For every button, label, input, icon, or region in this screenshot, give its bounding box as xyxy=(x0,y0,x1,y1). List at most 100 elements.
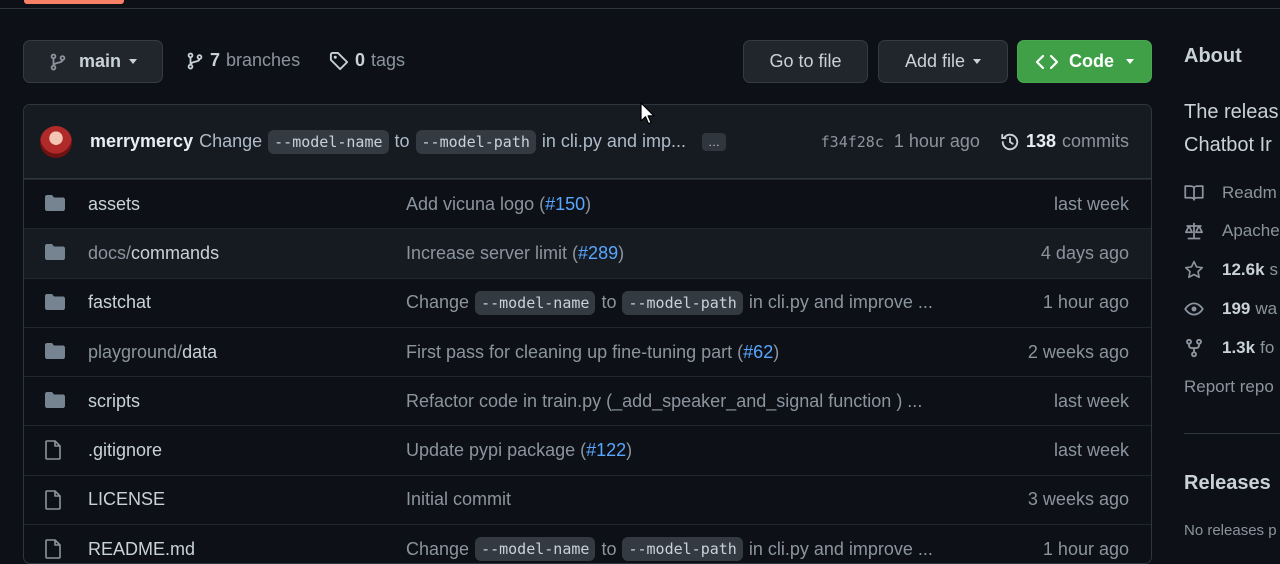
git-branch-icon xyxy=(187,52,203,69)
file-row[interactable]: .gitignore Update pypi package (#122) last… xyxy=(24,425,1151,474)
row-commit-time: 3 weeks ago xyxy=(1027,489,1129,510)
row-commit-message[interactable]: First pass for cleaning up fine-tuning p… xyxy=(406,342,779,363)
file-name: assets xyxy=(88,193,141,214)
file-row[interactable]: LICENSE Initial commit 3 weeks ago xyxy=(24,474,1151,524)
row-code-token: --model-name xyxy=(475,290,596,315)
file-row[interactable]: playground/data First pass for cleaning u… xyxy=(24,326,1151,376)
row-commit-time: 1 hour ago xyxy=(1042,292,1129,313)
branches-link[interactable]: 7 branches xyxy=(186,50,300,71)
row-commit-time: 4 days ago xyxy=(1040,242,1129,263)
row-commit-text: Change xyxy=(406,292,470,313)
folder-type-icon xyxy=(44,293,66,316)
row-commit-text: Update pypi package ( xyxy=(406,440,587,461)
row-commit-message[interactable]: Refactor code in train.py (_add_speaker_… xyxy=(406,391,922,412)
row-commit-text: ) xyxy=(585,193,592,214)
file-row[interactable]: scripts Refactor code in train.py (_add_s… xyxy=(24,376,1151,425)
tags-link[interactable]: 0 tags xyxy=(329,50,405,71)
scale-icon xyxy=(1185,222,1203,240)
commits-link[interactable]: 138 commits xyxy=(1000,131,1129,152)
file-name-link[interactable]: LICENSE xyxy=(88,489,165,510)
avatar[interactable] xyxy=(40,125,72,158)
readme-link[interactable]: Readm xyxy=(1184,183,1277,203)
row-commit-message[interactable]: Update pypi package (#122) xyxy=(406,440,632,461)
tags-label: tags xyxy=(371,50,406,70)
commit-message-text: in cli.py and imp... xyxy=(541,131,686,151)
commit-author[interactable]: merrymercy xyxy=(90,131,193,152)
folder-icon xyxy=(45,244,65,261)
readme-label: Readm xyxy=(1222,183,1277,202)
releases-heading[interactable]: Releases xyxy=(1184,472,1271,495)
folder-icon xyxy=(45,293,65,310)
repo-description-line: The releas xyxy=(1184,101,1279,123)
add-file-label: Add file xyxy=(904,51,966,71)
report-repo-link[interactable]: Report repo xyxy=(1184,377,1274,397)
row-commit-text: in cli.py and improve ... xyxy=(748,292,933,313)
file-icon xyxy=(45,440,61,461)
book-icon xyxy=(1184,185,1204,201)
file-path-prefix: playground/ xyxy=(88,341,183,362)
file-list-box: merrymercy Change --model-name to --mode… xyxy=(23,104,1152,564)
branch-select-button[interactable]: main xyxy=(23,40,163,83)
fork-icon xyxy=(1186,338,1202,358)
commit-code-token: --model-path xyxy=(415,129,536,154)
mouse-cursor-icon xyxy=(640,102,655,125)
file-name-link[interactable]: playground/data xyxy=(88,342,217,363)
pull-request-link[interactable]: #289 xyxy=(578,243,618,264)
latest-commit-bar: merrymercy Change --model-name to --mode… xyxy=(24,105,1151,179)
file-row[interactable]: assets Add vicuna logo (#150) last week xyxy=(24,179,1151,228)
pull-request-link[interactable]: #62 xyxy=(743,342,773,363)
code-button[interactable]: Code xyxy=(1017,40,1152,83)
add-file-button[interactable]: Add file xyxy=(878,40,1008,83)
license-link[interactable]: Apache xyxy=(1184,221,1280,241)
file-name-link[interactable]: assets xyxy=(88,194,140,215)
file-name-link[interactable]: .gitignore xyxy=(88,440,162,461)
no-releases-text: No releases p xyxy=(1184,522,1277,539)
row-commit-message[interactable]: Initial commit xyxy=(406,489,511,510)
folder-type-icon xyxy=(44,194,66,217)
folder-icon xyxy=(45,195,65,211)
branch-label: main xyxy=(78,51,121,71)
row-commit-text: Initial commit xyxy=(406,489,512,510)
code-brackets-icon xyxy=(1035,54,1059,69)
commit-sha[interactable]: f34f28c xyxy=(821,133,884,151)
row-code-token: --model-path xyxy=(622,290,743,315)
active-tab-indicator xyxy=(24,0,124,4)
file-name-link[interactable]: README.md xyxy=(88,539,195,560)
row-commit-message[interactable]: Add vicuna logo (#150) xyxy=(406,194,591,215)
stars-link[interactable]: 12.6k s xyxy=(1184,260,1278,280)
row-commit-text: ) xyxy=(773,341,780,362)
row-commit-message[interactable]: Change --model-name to --model-path in cli.p… xyxy=(406,537,933,562)
folder-type-icon xyxy=(44,391,66,414)
row-commit-message[interactable]: Change --model-name to --model-path in cli.p… xyxy=(406,290,933,315)
row-commit-time: last week xyxy=(1053,390,1129,411)
row-commit-text: Refactor code in train.py (_add_speaker_… xyxy=(406,390,923,411)
watchers-link[interactable]: 199 wa xyxy=(1184,299,1277,319)
file-name-link[interactable]: docs/commands xyxy=(88,243,219,264)
file-name-link[interactable]: fastchat xyxy=(88,292,151,313)
pull-request-link[interactable]: #150 xyxy=(545,194,585,215)
expand-commit-button[interactable]: … xyxy=(701,132,726,151)
commit-message[interactable]: Change --model-name to --model-path in c… xyxy=(199,129,686,154)
row-commit-text: First pass for cleaning up fine-tuning p… xyxy=(406,341,744,362)
file-name: data xyxy=(182,341,218,362)
go-to-file-button[interactable]: Go to file xyxy=(743,40,868,83)
forks-count: 1.3k xyxy=(1222,338,1256,357)
file-name: LICENSE xyxy=(88,489,166,510)
pull-request-link[interactable]: #122 xyxy=(586,440,626,461)
forks-label: fo xyxy=(1260,338,1275,357)
commit-message-text: to xyxy=(394,131,410,151)
file-row[interactable]: README.md Change --model-name to --model-pat… xyxy=(24,524,1151,563)
stars-label: s xyxy=(1269,260,1279,279)
code-label: Code xyxy=(1069,51,1114,71)
file-row[interactable]: docs/commands Increase server limit (#289… xyxy=(24,228,1151,278)
file-row[interactable]: fastchat Change --model-name to --model-path… xyxy=(24,277,1151,327)
folder-type-icon xyxy=(44,243,66,266)
row-commit-text: in cli.py and improve ... xyxy=(748,538,933,559)
file-name-link[interactable]: scripts xyxy=(88,391,140,412)
row-commit-message[interactable]: Increase server limit (#289) xyxy=(406,243,624,264)
file-type-icon xyxy=(44,489,62,515)
forks-link[interactable]: 1.3k fo xyxy=(1184,338,1274,358)
branches-label: branches xyxy=(226,50,301,70)
file-name: .gitignore xyxy=(88,440,163,461)
about-heading: About xyxy=(1184,45,1242,67)
